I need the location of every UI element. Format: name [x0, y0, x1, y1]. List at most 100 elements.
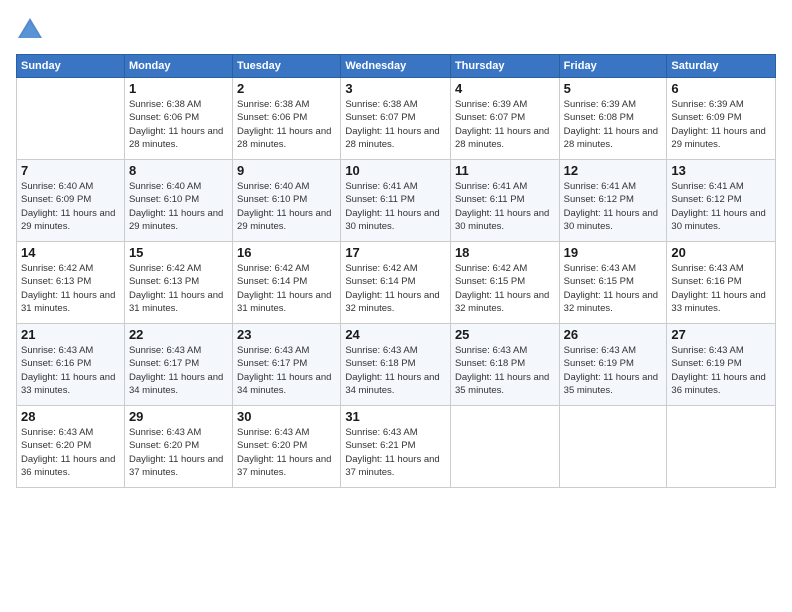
calendar-cell: 28 Sunrise: 6:43 AMSunset: 6:20 PMDaylig… — [17, 406, 125, 488]
calendar-cell: 19 Sunrise: 6:43 AMSunset: 6:15 PMDaylig… — [559, 242, 667, 324]
day-number: 18 — [455, 245, 555, 260]
day-number: 22 — [129, 327, 228, 342]
day-info: Sunrise: 6:40 AMSunset: 6:10 PMDaylight:… — [237, 180, 336, 233]
day-number: 19 — [564, 245, 663, 260]
day-number: 7 — [21, 163, 120, 178]
day-info: Sunrise: 6:43 AMSunset: 6:21 PMDaylight:… — [345, 426, 446, 479]
day-number: 24 — [345, 327, 446, 342]
calendar-cell: 18 Sunrise: 6:42 AMSunset: 6:15 PMDaylig… — [450, 242, 559, 324]
calendar-cell: 16 Sunrise: 6:42 AMSunset: 6:14 PMDaylig… — [233, 242, 341, 324]
day-number: 21 — [21, 327, 120, 342]
day-info: Sunrise: 6:43 AMSunset: 6:20 PMDaylight:… — [21, 426, 120, 479]
day-info: Sunrise: 6:43 AMSunset: 6:17 PMDaylight:… — [237, 344, 336, 397]
day-number: 31 — [345, 409, 446, 424]
day-info: Sunrise: 6:43 AMSunset: 6:19 PMDaylight:… — [671, 344, 771, 397]
day-number: 1 — [129, 81, 228, 96]
day-info: Sunrise: 6:43 AMSunset: 6:15 PMDaylight:… — [564, 262, 663, 315]
calendar-cell: 24 Sunrise: 6:43 AMSunset: 6:18 PMDaylig… — [341, 324, 451, 406]
day-number: 13 — [671, 163, 771, 178]
day-number: 17 — [345, 245, 446, 260]
day-info: Sunrise: 6:43 AMSunset: 6:19 PMDaylight:… — [564, 344, 663, 397]
calendar-cell: 30 Sunrise: 6:43 AMSunset: 6:20 PMDaylig… — [233, 406, 341, 488]
day-info: Sunrise: 6:43 AMSunset: 6:16 PMDaylight:… — [671, 262, 771, 315]
day-number: 11 — [455, 163, 555, 178]
weekday-header-monday: Monday — [124, 55, 232, 78]
day-info: Sunrise: 6:43 AMSunset: 6:17 PMDaylight:… — [129, 344, 228, 397]
calendar-cell: 7 Sunrise: 6:40 AMSunset: 6:09 PMDayligh… — [17, 160, 125, 242]
calendar-header-row: SundayMondayTuesdayWednesdayThursdayFrid… — [17, 55, 776, 78]
weekday-header-thursday: Thursday — [450, 55, 559, 78]
day-number: 3 — [345, 81, 446, 96]
weekday-header-sunday: Sunday — [17, 55, 125, 78]
calendar-table: SundayMondayTuesdayWednesdayThursdayFrid… — [16, 54, 776, 488]
page: SundayMondayTuesdayWednesdayThursdayFrid… — [0, 0, 792, 612]
calendar-cell: 15 Sunrise: 6:42 AMSunset: 6:13 PMDaylig… — [124, 242, 232, 324]
calendar-cell: 26 Sunrise: 6:43 AMSunset: 6:19 PMDaylig… — [559, 324, 667, 406]
day-number: 2 — [237, 81, 336, 96]
calendar-cell: 12 Sunrise: 6:41 AMSunset: 6:12 PMDaylig… — [559, 160, 667, 242]
logo-icon — [16, 16, 44, 44]
calendar-cell: 20 Sunrise: 6:43 AMSunset: 6:16 PMDaylig… — [667, 242, 776, 324]
calendar-cell: 4 Sunrise: 6:39 AMSunset: 6:07 PMDayligh… — [450, 78, 559, 160]
day-number: 27 — [671, 327, 771, 342]
calendar-cell — [17, 78, 125, 160]
header — [16, 16, 776, 44]
day-info: Sunrise: 6:43 AMSunset: 6:20 PMDaylight:… — [237, 426, 336, 479]
day-info: Sunrise: 6:42 AMSunset: 6:15 PMDaylight:… — [455, 262, 555, 315]
day-info: Sunrise: 6:39 AMSunset: 6:09 PMDaylight:… — [671, 98, 771, 151]
weekday-header-friday: Friday — [559, 55, 667, 78]
calendar-cell: 9 Sunrise: 6:40 AMSunset: 6:10 PMDayligh… — [233, 160, 341, 242]
day-info: Sunrise: 6:40 AMSunset: 6:09 PMDaylight:… — [21, 180, 120, 233]
day-number: 9 — [237, 163, 336, 178]
calendar-week-row: 28 Sunrise: 6:43 AMSunset: 6:20 PMDaylig… — [17, 406, 776, 488]
calendar-cell: 14 Sunrise: 6:42 AMSunset: 6:13 PMDaylig… — [17, 242, 125, 324]
day-info: Sunrise: 6:41 AMSunset: 6:11 PMDaylight:… — [455, 180, 555, 233]
day-info: Sunrise: 6:42 AMSunset: 6:13 PMDaylight:… — [129, 262, 228, 315]
day-number: 5 — [564, 81, 663, 96]
calendar-cell: 5 Sunrise: 6:39 AMSunset: 6:08 PMDayligh… — [559, 78, 667, 160]
logo — [16, 16, 48, 44]
calendar-cell: 1 Sunrise: 6:38 AMSunset: 6:06 PMDayligh… — [124, 78, 232, 160]
day-info: Sunrise: 6:40 AMSunset: 6:10 PMDaylight:… — [129, 180, 228, 233]
day-number: 14 — [21, 245, 120, 260]
day-number: 16 — [237, 245, 336, 260]
calendar-cell: 6 Sunrise: 6:39 AMSunset: 6:09 PMDayligh… — [667, 78, 776, 160]
day-number: 4 — [455, 81, 555, 96]
day-info: Sunrise: 6:41 AMSunset: 6:12 PMDaylight:… — [671, 180, 771, 233]
day-info: Sunrise: 6:43 AMSunset: 6:16 PMDaylight:… — [21, 344, 120, 397]
day-info: Sunrise: 6:43 AMSunset: 6:18 PMDaylight:… — [455, 344, 555, 397]
calendar-cell: 25 Sunrise: 6:43 AMSunset: 6:18 PMDaylig… — [450, 324, 559, 406]
weekday-header-tuesday: Tuesday — [233, 55, 341, 78]
day-number: 6 — [671, 81, 771, 96]
calendar-cell — [559, 406, 667, 488]
day-info: Sunrise: 6:42 AMSunset: 6:14 PMDaylight:… — [237, 262, 336, 315]
day-info: Sunrise: 6:43 AMSunset: 6:20 PMDaylight:… — [129, 426, 228, 479]
calendar-cell: 10 Sunrise: 6:41 AMSunset: 6:11 PMDaylig… — [341, 160, 451, 242]
day-number: 28 — [21, 409, 120, 424]
weekday-header-wednesday: Wednesday — [341, 55, 451, 78]
day-number: 30 — [237, 409, 336, 424]
day-number: 25 — [455, 327, 555, 342]
day-info: Sunrise: 6:38 AMSunset: 6:06 PMDaylight:… — [237, 98, 336, 151]
calendar-week-row: 7 Sunrise: 6:40 AMSunset: 6:09 PMDayligh… — [17, 160, 776, 242]
calendar-week-row: 14 Sunrise: 6:42 AMSunset: 6:13 PMDaylig… — [17, 242, 776, 324]
calendar-week-row: 1 Sunrise: 6:38 AMSunset: 6:06 PMDayligh… — [17, 78, 776, 160]
day-number: 26 — [564, 327, 663, 342]
day-number: 15 — [129, 245, 228, 260]
day-number: 10 — [345, 163, 446, 178]
calendar-cell: 3 Sunrise: 6:38 AMSunset: 6:07 PMDayligh… — [341, 78, 451, 160]
day-info: Sunrise: 6:39 AMSunset: 6:07 PMDaylight:… — [455, 98, 555, 151]
calendar-cell: 23 Sunrise: 6:43 AMSunset: 6:17 PMDaylig… — [233, 324, 341, 406]
day-info: Sunrise: 6:38 AMSunset: 6:07 PMDaylight:… — [345, 98, 446, 151]
day-info: Sunrise: 6:39 AMSunset: 6:08 PMDaylight:… — [564, 98, 663, 151]
day-info: Sunrise: 6:41 AMSunset: 6:11 PMDaylight:… — [345, 180, 446, 233]
day-number: 29 — [129, 409, 228, 424]
day-info: Sunrise: 6:43 AMSunset: 6:18 PMDaylight:… — [345, 344, 446, 397]
calendar-cell — [450, 406, 559, 488]
calendar-cell: 8 Sunrise: 6:40 AMSunset: 6:10 PMDayligh… — [124, 160, 232, 242]
calendar-cell: 27 Sunrise: 6:43 AMSunset: 6:19 PMDaylig… — [667, 324, 776, 406]
calendar-cell — [667, 406, 776, 488]
calendar-cell: 22 Sunrise: 6:43 AMSunset: 6:17 PMDaylig… — [124, 324, 232, 406]
day-number: 23 — [237, 327, 336, 342]
day-info: Sunrise: 6:38 AMSunset: 6:06 PMDaylight:… — [129, 98, 228, 151]
